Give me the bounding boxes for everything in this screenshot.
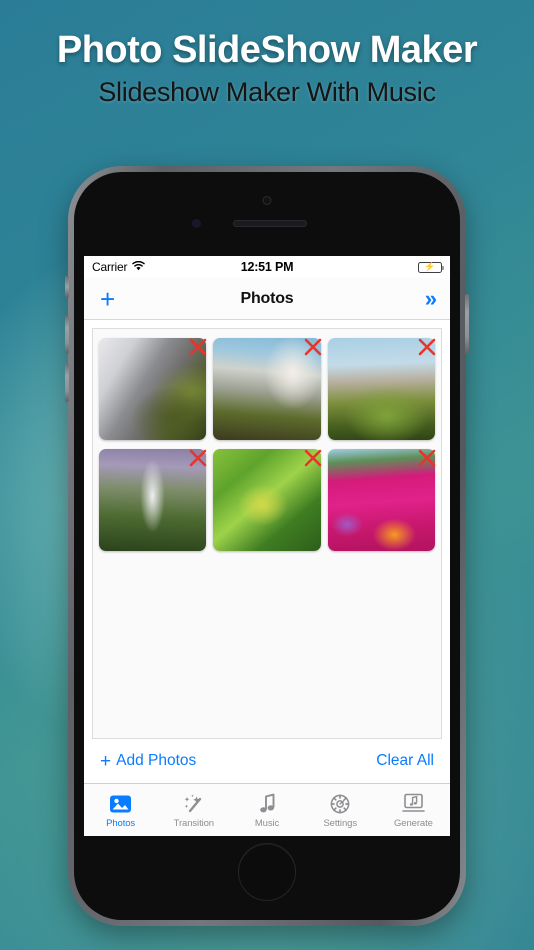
- photo-grid-container: [92, 328, 442, 739]
- magic-wand-icon: [182, 791, 205, 816]
- photo-thumbnail[interactable]: [327, 448, 436, 551]
- tab-settings[interactable]: Settings: [304, 784, 377, 836]
- volume-down-button[interactable]: [65, 364, 69, 402]
- gear-icon: [329, 791, 351, 816]
- carrier-label: Carrier: [92, 260, 128, 274]
- tab-transition[interactable]: Transition: [157, 784, 230, 836]
- add-photos-button[interactable]: + Add Photos: [100, 752, 196, 771]
- promo-screenshot: Photo SlideShow Maker Slideshow Maker Wi…: [0, 0, 534, 950]
- tab-music-label: Music: [254, 818, 280, 829]
- phone-mockup: Carrier 12:51 PM ⚡ + Photos » + Add Phot…: [65, 166, 469, 926]
- plus-icon[interactable]: +: [100, 286, 115, 312]
- home-button[interactable]: [238, 843, 296, 901]
- wifi-icon: [132, 260, 146, 274]
- tab-music[interactable]: Music: [230, 784, 303, 836]
- earpiece-speaker: [232, 220, 307, 227]
- proximity-sensor-icon: [192, 219, 201, 228]
- photo-image-icon: [109, 791, 132, 816]
- promo-title: Photo SlideShow Maker: [56, 29, 478, 71]
- close-x-icon[interactable]: [415, 446, 439, 470]
- double-chevron-right-icon[interactable]: »: [425, 287, 437, 310]
- photo-grid: [99, 338, 436, 551]
- status-bar: Carrier 12:51 PM ⚡: [84, 256, 450, 278]
- close-x-icon[interactable]: [415, 335, 439, 359]
- clear-all-button[interactable]: Clear All: [376, 752, 434, 770]
- promo-headline: Photo SlideShow Maker Slideshow Maker Wi…: [0, 29, 534, 108]
- tab-photos[interactable]: Photos: [84, 784, 157, 836]
- plus-icon: +: [100, 750, 112, 772]
- close-x-icon[interactable]: [301, 335, 325, 359]
- tab-generate[interactable]: Generate: [377, 784, 450, 836]
- page-title: Photos: [240, 289, 294, 307]
- photos-content: + Add Photos Clear All: [84, 320, 450, 783]
- tab-bar: Photos Transition Music Settings Generat…: [84, 783, 450, 836]
- app-screen: Carrier 12:51 PM ⚡ + Photos » + Add Phot…: [84, 256, 450, 836]
- tab-settings-label: Settings: [323, 818, 357, 829]
- close-x-icon[interactable]: [186, 446, 210, 470]
- tab-transition-label: Transition: [173, 818, 214, 829]
- tab-photos-label: Photos: [106, 818, 136, 829]
- promo-subtitle: Slideshow Maker With Music: [98, 77, 436, 108]
- front-camera-icon: [262, 196, 272, 205]
- status-bar-right: ⚡: [418, 261, 444, 273]
- power-button[interactable]: [465, 294, 469, 354]
- status-bar-left: Carrier: [92, 260, 146, 274]
- photo-thumbnail[interactable]: [99, 448, 207, 551]
- photo-thumbnail[interactable]: [213, 448, 321, 551]
- phone-body: Carrier 12:51 PM ⚡ + Photos » + Add Phot…: [74, 172, 460, 920]
- close-x-icon[interactable]: [186, 335, 210, 359]
- photo-thumbnail[interactable]: [327, 338, 436, 440]
- photo-thumbnail[interactable]: [99, 338, 207, 440]
- close-x-icon[interactable]: [301, 446, 325, 470]
- tab-generate-label: Generate: [394, 818, 433, 829]
- navigation-bar: + Photos »: [84, 278, 450, 320]
- monitor-note-icon: [401, 791, 426, 816]
- music-note-icon: [259, 791, 276, 816]
- battery-charging-icon: ⚡: [418, 261, 444, 273]
- volume-up-button[interactable]: [65, 316, 69, 354]
- silent-switch[interactable]: [65, 276, 69, 298]
- photo-thumbnail[interactable]: [213, 338, 321, 440]
- photo-actions-bar: + Add Photos Clear All: [92, 739, 442, 783]
- add-photos-label: Add Photos: [116, 752, 197, 769]
